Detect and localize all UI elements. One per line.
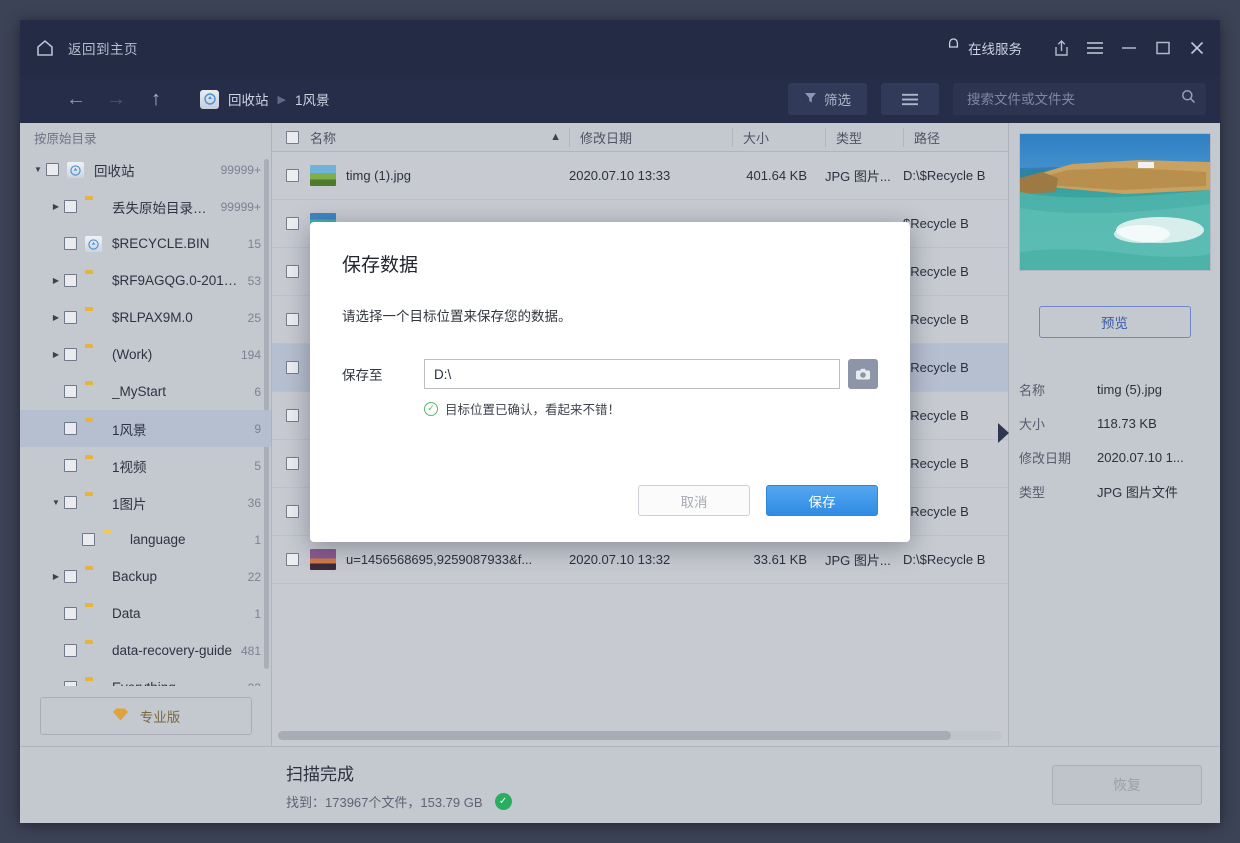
save-button[interactable]: 保存: [766, 485, 878, 516]
folder-browse-icon[interactable]: [848, 359, 878, 389]
cancel-button[interactable]: 取消: [638, 485, 750, 516]
modal-overlay: 保存数据 请选择一个目标位置来保存您的数据。 保存至 ✓ 目标位置已确认，看起来…: [20, 20, 1220, 823]
dialog-actions: 取消 保存: [342, 485, 878, 516]
save-data-dialog: 保存数据 请选择一个目标位置来保存您的数据。 保存至 ✓ 目标位置已确认，看起来…: [310, 222, 910, 542]
dialog-hint-text: 目标位置已确认，看起来不错！: [445, 403, 621, 417]
save-path-input[interactable]: [424, 359, 840, 389]
dialog-field-row: 保存至: [342, 359, 878, 389]
dialog-hint: ✓ 目标位置已确认，看起来不错！: [424, 399, 878, 418]
save-path-label: 保存至: [342, 368, 383, 383]
dialog-subtitle: 请选择一个目标位置来保存您的数据。: [342, 309, 572, 324]
application-window: 返回到主页 在线服务 ← → ↑ 回收站 ▶ 1风景 筛选 搜索文件或文件夹 按…: [20, 20, 1220, 823]
check-circle-icon: ✓: [424, 401, 438, 416]
dialog-title: 保存数据: [342, 255, 419, 276]
